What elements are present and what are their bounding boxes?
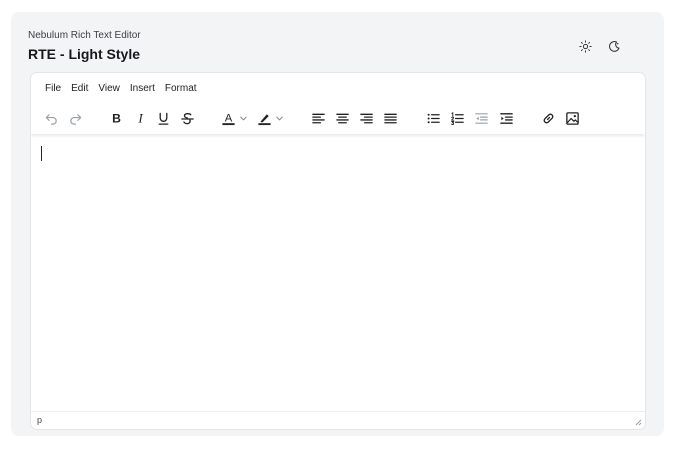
bullet-list-button[interactable]	[424, 109, 442, 127]
text-color-button[interactable]: A	[221, 109, 253, 127]
dark-theme-button[interactable]	[605, 37, 623, 55]
align-left-button[interactable]	[309, 109, 327, 127]
redo-icon	[69, 113, 81, 125]
bold-button[interactable]: B	[107, 109, 125, 127]
insert-link-button[interactable]	[539, 109, 557, 127]
toolbar: B I A	[31, 107, 645, 129]
sun-icon	[578, 39, 592, 53]
underline-button[interactable]	[154, 109, 172, 127]
light-theme-button[interactable]	[576, 37, 594, 55]
outdent-button[interactable]	[472, 109, 490, 127]
menu-view[interactable]: View	[93, 82, 125, 96]
moon-icon	[608, 40, 619, 52]
align-left-icon	[311, 113, 325, 123]
indent-button[interactable]	[497, 109, 515, 127]
page-subtitle: Nebulum Rich Text Editor	[28, 30, 141, 41]
element-path[interactable]: p	[37, 415, 42, 425]
chevron-down-icon	[276, 116, 283, 120]
svg-text:I: I	[137, 111, 143, 126]
highlight-color-button[interactable]	[257, 109, 289, 127]
menu-file[interactable]: File	[40, 82, 66, 96]
undo-icon	[45, 113, 57, 125]
menubar: File Edit View Insert Format	[40, 82, 202, 96]
resize-handle-icon[interactable]	[634, 418, 642, 426]
indent-icon	[499, 112, 513, 124]
image-icon	[565, 111, 579, 125]
italic-button[interactable]: I	[131, 109, 149, 127]
chevron-down-icon	[240, 116, 247, 120]
rich-text-editor: File Edit View Insert Format B I A p	[30, 72, 646, 430]
menu-insert[interactable]: Insert	[125, 82, 160, 96]
italic-icon: I	[137, 111, 143, 126]
highlight-color-icon	[258, 113, 271, 125]
insert-image-button[interactable]	[563, 109, 581, 127]
align-right-icon	[359, 113, 373, 123]
align-justify-icon	[383, 113, 397, 123]
align-center-button[interactable]	[333, 109, 351, 127]
outdent-icon	[474, 112, 488, 124]
editor-content-area[interactable]	[31, 134, 645, 412]
svg-text:B: B	[112, 111, 121, 125]
editor-statusbar: p	[31, 411, 645, 429]
align-justify-button[interactable]	[381, 109, 399, 127]
numbered-list-button[interactable]	[448, 109, 466, 127]
editor-card: Nebulum Rich Text Editor RTE - Light Sty…	[11, 12, 664, 436]
bold-icon: B	[112, 111, 121, 125]
text-caret	[41, 146, 42, 161]
strikethrough-icon	[180, 112, 194, 124]
menu-edit[interactable]: Edit	[66, 82, 93, 96]
page-title: RTE - Light Style	[28, 46, 140, 62]
redo-button[interactable]	[66, 109, 84, 127]
undo-button[interactable]	[42, 109, 60, 127]
link-icon	[543, 113, 553, 123]
strikethrough-button[interactable]	[178, 109, 196, 127]
menu-format[interactable]: Format	[160, 82, 202, 96]
svg-text:A: A	[225, 112, 233, 124]
editor-header: File Edit View Insert Format B I A	[31, 73, 645, 134]
align-center-icon	[335, 113, 349, 123]
align-right-button[interactable]	[357, 109, 375, 127]
bullet-list-icon	[427, 113, 440, 123]
numbered-list-icon	[450, 111, 464, 125]
underline-icon	[158, 112, 168, 125]
text-color-icon: A	[222, 112, 235, 125]
